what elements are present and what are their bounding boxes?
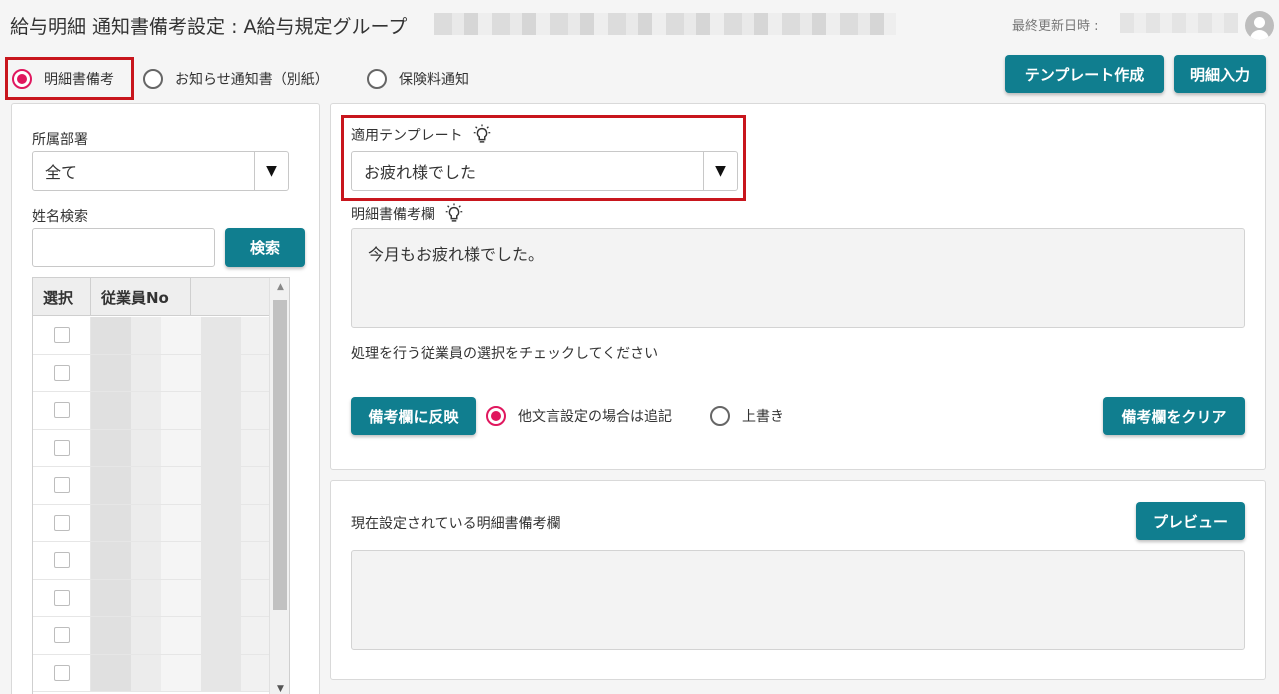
preview-button[interactable]: プレビュー (1136, 502, 1245, 540)
employee-no-redacted (91, 542, 269, 579)
row-checkbox[interactable] (53, 589, 70, 606)
scroll-down-icon[interactable]: ▼ (270, 684, 289, 694)
current-remarks-label: 現在設定されている明細書備考欄 (351, 516, 561, 532)
employee-no-redacted (91, 429, 269, 466)
employee-no-redacted (91, 654, 269, 691)
row-checkbox[interactable] (53, 327, 70, 344)
remarks-label: 明細書備考欄 (351, 203, 465, 225)
dept-select[interactable]: 全て ▼ (32, 151, 289, 191)
scroll-up-icon[interactable]: ▲ (270, 282, 289, 292)
remarks-textarea[interactable]: 今月もお疲れ様でした。 (351, 228, 1245, 328)
lightbulb-icon (473, 124, 490, 143)
row-checkbox[interactable] (53, 402, 70, 419)
radio-hokenryo[interactable]: 保険料通知 (367, 69, 469, 89)
name-search-input[interactable] (32, 228, 215, 267)
template-label: 適用テンプレート (351, 124, 493, 146)
name-search-label: 姓名検索 (32, 209, 88, 225)
header-employee-no[interactable]: 従業員No (91, 278, 191, 316)
table-row (33, 617, 269, 655)
table-scrollbar[interactable]: ▲ ▼ (269, 278, 289, 694)
employee-no-redacted (91, 617, 269, 654)
triangle-down-icon: ▼ (254, 152, 288, 190)
last-updated-label: 最終更新日時 : (1012, 19, 1099, 34)
page-title: 給与明細 通知書備考設定 : A給与規定グループ (10, 16, 408, 38)
template-select-value: お疲れ様でした (364, 163, 477, 182)
table-row (33, 654, 269, 692)
row-checkbox[interactable] (53, 364, 70, 381)
radio-circle (486, 406, 506, 426)
table-row (33, 429, 269, 467)
template-create-button[interactable]: テンプレート作成 (1005, 55, 1164, 93)
table-row (33, 579, 269, 617)
current-remarks-box (351, 550, 1245, 650)
remarks-label-text: 明細書備考欄 (351, 207, 435, 223)
employee-no-redacted (91, 354, 269, 391)
template-select[interactable]: お疲れ様でした ▼ (351, 151, 738, 191)
table-row (33, 542, 269, 580)
radio-label: お知らせ通知書（別紙） (175, 72, 329, 88)
radio-meisai-biko[interactable]: 明細書備考 (12, 69, 114, 89)
employee-no-redacted (91, 467, 269, 504)
row-checkbox[interactable] (53, 552, 70, 569)
radio-circle (143, 69, 163, 89)
table-row (33, 504, 269, 542)
table-row (33, 467, 269, 505)
header-extra (191, 278, 269, 316)
dept-select-value: 全て (45, 163, 78, 182)
table-body (33, 317, 269, 692)
table-row (33, 317, 269, 355)
radio-circle (367, 69, 387, 89)
radio-label: 保険料通知 (399, 72, 469, 88)
radio-circle (12, 69, 32, 89)
table-header: 選択 従業員No (33, 278, 269, 316)
user-avatar-icon[interactable] (1245, 11, 1274, 40)
radio-label: 他文言設定の場合は追記 (518, 409, 672, 425)
employee-no-redacted (91, 392, 269, 429)
row-checkbox[interactable] (53, 514, 70, 531)
row-checkbox[interactable] (53, 477, 70, 494)
radio-label: 上書き (742, 409, 784, 425)
template-label-text: 適用テンプレート (351, 128, 463, 144)
radio-overwrite[interactable]: 上書き (710, 406, 784, 426)
scrollbar-thumb[interactable] (273, 300, 287, 610)
triangle-down-icon: ▼ (703, 152, 737, 190)
employee-no-redacted (91, 317, 269, 354)
apply-remarks-button[interactable]: 備考欄に反映 (351, 397, 476, 435)
dept-label: 所属部署 (32, 132, 88, 148)
lightbulb-icon (445, 203, 463, 222)
employee-no-redacted (91, 504, 269, 541)
radio-oshirase[interactable]: お知らせ通知書（別紙） (143, 69, 329, 89)
title-redacted (434, 13, 896, 35)
radio-append[interactable]: 他文言設定の場合は追記 (486, 406, 672, 426)
employee-no-redacted (91, 579, 269, 616)
row-checkbox[interactable] (53, 627, 70, 644)
row-checkbox[interactable] (53, 664, 70, 681)
detail-input-button[interactable]: 明細入力 (1174, 55, 1266, 93)
row-checkbox[interactable] (53, 439, 70, 456)
header-select[interactable]: 選択 (33, 278, 91, 316)
table-row (33, 392, 269, 430)
instruction-text: 処理を行う従業員の選択をチェックしてください (351, 346, 659, 362)
table-row (33, 354, 269, 392)
radio-label: 明細書備考 (44, 72, 114, 88)
radio-circle (710, 406, 730, 426)
clear-remarks-button[interactable]: 備考欄をクリア (1103, 397, 1245, 435)
employee-table: 選択 従業員No ▲ ▼ (32, 277, 290, 694)
last-updated-redacted (1120, 13, 1238, 33)
search-button[interactable]: 検索 (225, 228, 305, 267)
